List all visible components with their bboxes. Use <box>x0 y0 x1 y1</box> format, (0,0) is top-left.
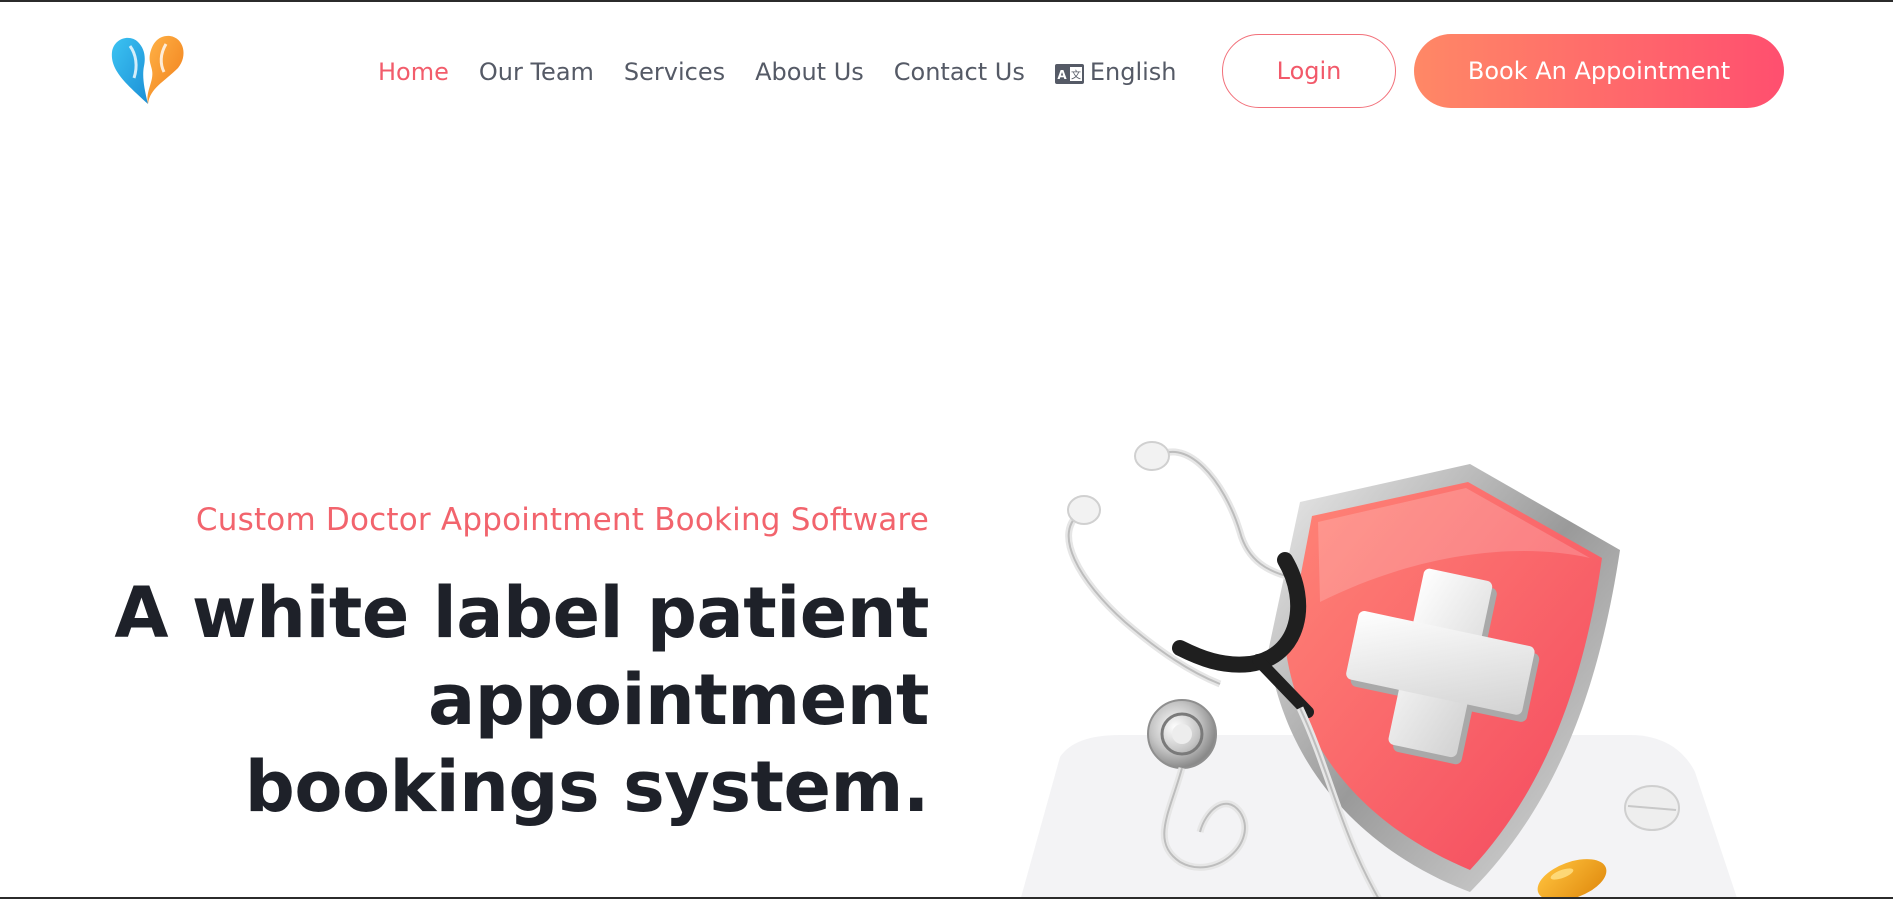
book-appointment-button[interactable]: Book An Appointment <box>1414 34 1784 108</box>
hero-title: A white label patient appointment bookin… <box>109 570 929 831</box>
nav-about-us[interactable]: About Us <box>755 58 864 86</box>
svg-text:A: A <box>1057 68 1067 82</box>
hero-subtitle: Custom Doctor Appointment Booking Softwa… <box>195 502 929 538</box>
nav-services[interactable]: Services <box>624 58 725 86</box>
nav-contact-us[interactable]: Contact Us <box>894 58 1025 86</box>
nav-our-team[interactable]: Our Team <box>479 58 594 86</box>
language-icon: A 文 <box>1054 62 1084 84</box>
hero-title-line-1: A white label patient <box>114 572 929 654</box>
language-selector[interactable]: A 文 English <box>1054 58 1177 86</box>
svg-text:文: 文 <box>1071 69 1081 82</box>
login-button[interactable]: Login <box>1222 34 1396 108</box>
main-nav: Home Our Team Services About Us Contact … <box>378 52 1177 92</box>
hero-title-line-2: appointment <box>427 659 930 741</box>
heart-logo-icon[interactable] <box>108 32 188 108</box>
hero-title-line-3: bookings system. <box>244 746 930 828</box>
language-label: English <box>1089 58 1177 86</box>
medical-shield-stethoscope-illustration <box>1000 412 1760 899</box>
nav-home[interactable]: Home <box>378 58 449 86</box>
page: Home Our Team Services About Us Contact … <box>0 0 1893 899</box>
